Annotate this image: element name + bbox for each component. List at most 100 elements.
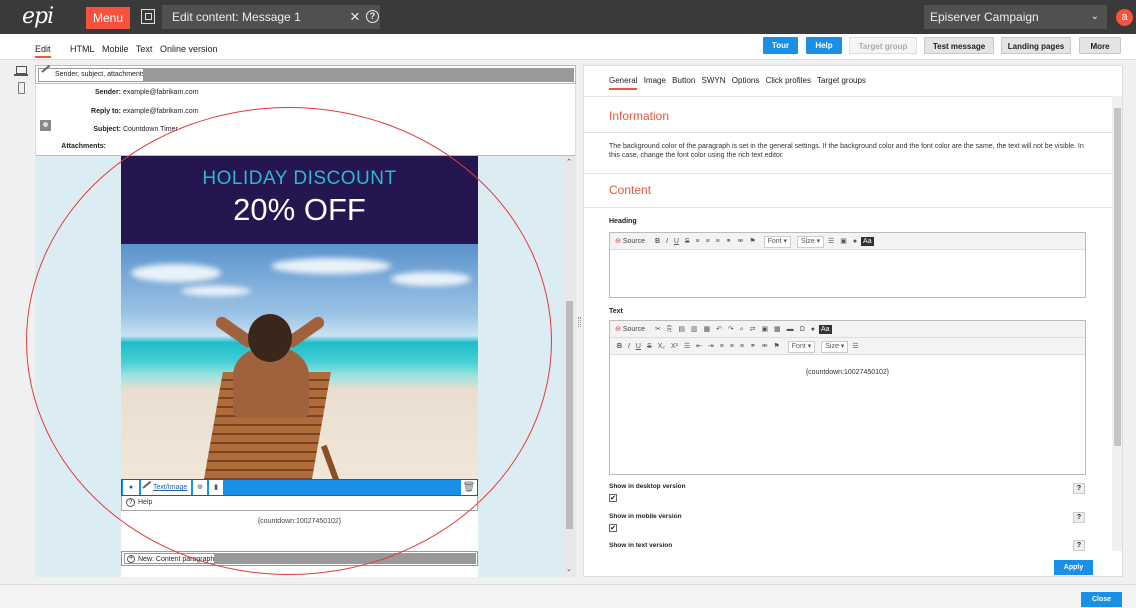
menu-button[interactable]: Menu [86, 7, 130, 29]
scroll-up-icon[interactable]: ⌃ [566, 158, 572, 166]
size-dropdown[interactable]: Size ▾ [797, 236, 825, 248]
desktop-icon[interactable] [14, 66, 28, 76]
close-button[interactable]: Close [1081, 592, 1122, 607]
rule-icon[interactable]: ▬ [787, 326, 794, 333]
superscript-icon[interactable]: X² [671, 343, 678, 350]
mobile-option-checkbox[interactable]: ✔ [609, 524, 617, 532]
sender-subject-tab[interactable]: Sender, subject, attachments [38, 64, 151, 82]
desktop-option-checkbox[interactable]: ✔ [609, 494, 617, 502]
person-icon[interactable]: ● [811, 326, 815, 333]
underline-icon[interactable]: U [674, 238, 679, 245]
list-icon[interactable]: ☰ [852, 343, 858, 350]
tab-click-profiles[interactable]: Click profiles [766, 76, 811, 85]
align-center-icon[interactable]: ≡ [730, 343, 734, 350]
text-editor[interactable]: ⊖ Source ✂ ⎘ ▤ ▥ ▦ ↶ ↷ ⌕ ⇄ ▣ ▦ ▬ Ω ● Aa … [609, 320, 1086, 475]
beach-image[interactable] [121, 244, 478, 479]
preview-scrollbar[interactable]: ⌃ ⌄ [563, 156, 576, 577]
align-center-icon[interactable]: ≡ [706, 238, 710, 245]
grip-icon[interactable] [578, 317, 581, 327]
font-dropdown[interactable]: Font ▾ [787, 341, 816, 353]
paragraph-help[interactable]: ? Help [121, 496, 478, 511]
copy-icon[interactable]: ▮ [209, 480, 223, 495]
align-right-icon[interactable]: ≡ [716, 238, 720, 245]
tab-button[interactable]: Button [672, 76, 695, 85]
font-dropdown[interactable]: Font ▾ [763, 236, 792, 248]
copy-icon[interactable]: ⎘ [667, 326, 673, 333]
strike-icon[interactable]: S [685, 238, 690, 245]
tab-options[interactable]: Options [732, 76, 760, 85]
find-icon[interactable]: ⌕ [740, 326, 744, 333]
cut-icon[interactable]: ✂ [655, 326, 661, 333]
content-title-field[interactable]: Edit content: Message 1 [162, 5, 380, 29]
close-icon[interactable]: × [350, 5, 360, 29]
discount-banner[interactable]: HOLIDAY DISCOUNT 20% OFF [121, 156, 478, 244]
align-left-icon[interactable]: ≡ [720, 343, 724, 350]
preview-scroll-thumb[interactable] [566, 301, 573, 529]
list-icon[interactable]: ☰ [828, 238, 834, 245]
bold-icon[interactable]: B [617, 343, 622, 350]
person-icon[interactable]: ● [853, 238, 857, 245]
paste-icon[interactable]: ▤ [678, 326, 685, 333]
paste-word-icon[interactable]: ▦ [704, 326, 711, 333]
source-button[interactable]: Source [623, 326, 645, 333]
desktop-option-help-button[interactable]: ? [1073, 483, 1085, 494]
text-image-tab[interactable]: Text/Image [141, 480, 191, 495]
list-icon[interactable]: ☰ [684, 343, 690, 350]
source-button[interactable]: Source [623, 238, 645, 245]
source-icon[interactable]: ⊖ [615, 238, 621, 245]
paste-text-icon[interactable]: ▥ [691, 326, 698, 333]
tab-target-groups[interactable]: Target groups [817, 76, 866, 85]
help-button[interactable]: Help [806, 37, 842, 54]
format-icon[interactable]: Aa [818, 325, 832, 334]
target-group-button[interactable]: Target group [849, 37, 917, 54]
tab-edit[interactable]: Edit [35, 44, 51, 58]
trash-icon[interactable]: 🗑 [461, 480, 477, 495]
italic-icon[interactable]: I [666, 238, 668, 245]
properties-scrollbar[interactable] [1112, 96, 1122, 551]
strike-icon[interactable]: S [647, 343, 652, 350]
omega-icon[interactable]: Ω [800, 326, 805, 333]
person-icon[interactable]: ● [123, 480, 139, 495]
link-icon[interactable]: ⚭ [726, 238, 732, 245]
size-dropdown[interactable]: Size ▾ [821, 341, 849, 353]
mobile-icon[interactable] [18, 82, 25, 94]
bold-icon[interactable]: B [655, 238, 660, 245]
user-avatar[interactable]: a [1116, 9, 1133, 26]
message-fields[interactable]: Sender: example@fabrikam.com Reply to: e… [35, 84, 576, 156]
undo-icon[interactable]: ↶ [716, 326, 722, 333]
unlink-icon[interactable]: ⚮ [762, 343, 768, 350]
flag-icon[interactable]: ⚑ [749, 238, 755, 245]
apply-button[interactable]: Apply [1054, 560, 1093, 575]
new-content-paragraph-button[interactable]: + New: Content paragraph [124, 553, 219, 564]
table-icon[interactable]: ▦ [774, 326, 781, 333]
tab-mobile[interactable]: Mobile [102, 44, 129, 54]
tab-online-version[interactable]: Online version [160, 44, 218, 54]
redo-icon[interactable]: ↷ [728, 326, 734, 333]
help-icon[interactable]: ? [366, 10, 379, 23]
test-message-button[interactable]: Test message [924, 37, 994, 54]
underline-icon[interactable]: U [636, 343, 641, 350]
heading-editor[interactable]: ⊖ Source B I U S ≡ ≡ ≡ ⚭ ⚮ ⚑ Font ▾ Size… [609, 232, 1086, 298]
indent-icon[interactable]: ⇥ [708, 343, 714, 350]
align-left-icon[interactable]: ≡ [696, 238, 700, 245]
scroll-down-icon[interactable]: ⌄ [566, 565, 572, 573]
tab-image[interactable]: Image [644, 76, 666, 85]
tour-button[interactable]: Tour [763, 37, 798, 54]
flag-icon[interactable]: ⚑ [774, 343, 780, 350]
image-icon[interactable]: ▣ [840, 238, 847, 245]
panel-splitter[interactable] [576, 65, 583, 577]
link-icon[interactable]: ⚭ [750, 343, 756, 350]
landing-pages-button[interactable]: Landing pages [1001, 37, 1071, 54]
subscript-icon[interactable]: X₂ [658, 343, 665, 350]
unlink-icon[interactable]: ⚮ [738, 238, 744, 245]
align-right-icon[interactable]: ≡ [740, 343, 744, 350]
properties-scroll-thumb[interactable] [1114, 108, 1121, 446]
more-button[interactable]: More [1079, 37, 1121, 54]
image-icon[interactable]: ▣ [761, 326, 768, 333]
replace-icon[interactable]: ⇄ [750, 326, 756, 333]
italic-icon[interactable]: I [628, 343, 630, 350]
move-icon[interactable]: ⊕ [193, 480, 207, 495]
tab-general[interactable]: General [609, 76, 638, 90]
text-editor-content[interactable]: {countdown:10027450102} [610, 355, 1085, 376]
outdent-icon[interactable]: ⇤ [696, 343, 702, 350]
